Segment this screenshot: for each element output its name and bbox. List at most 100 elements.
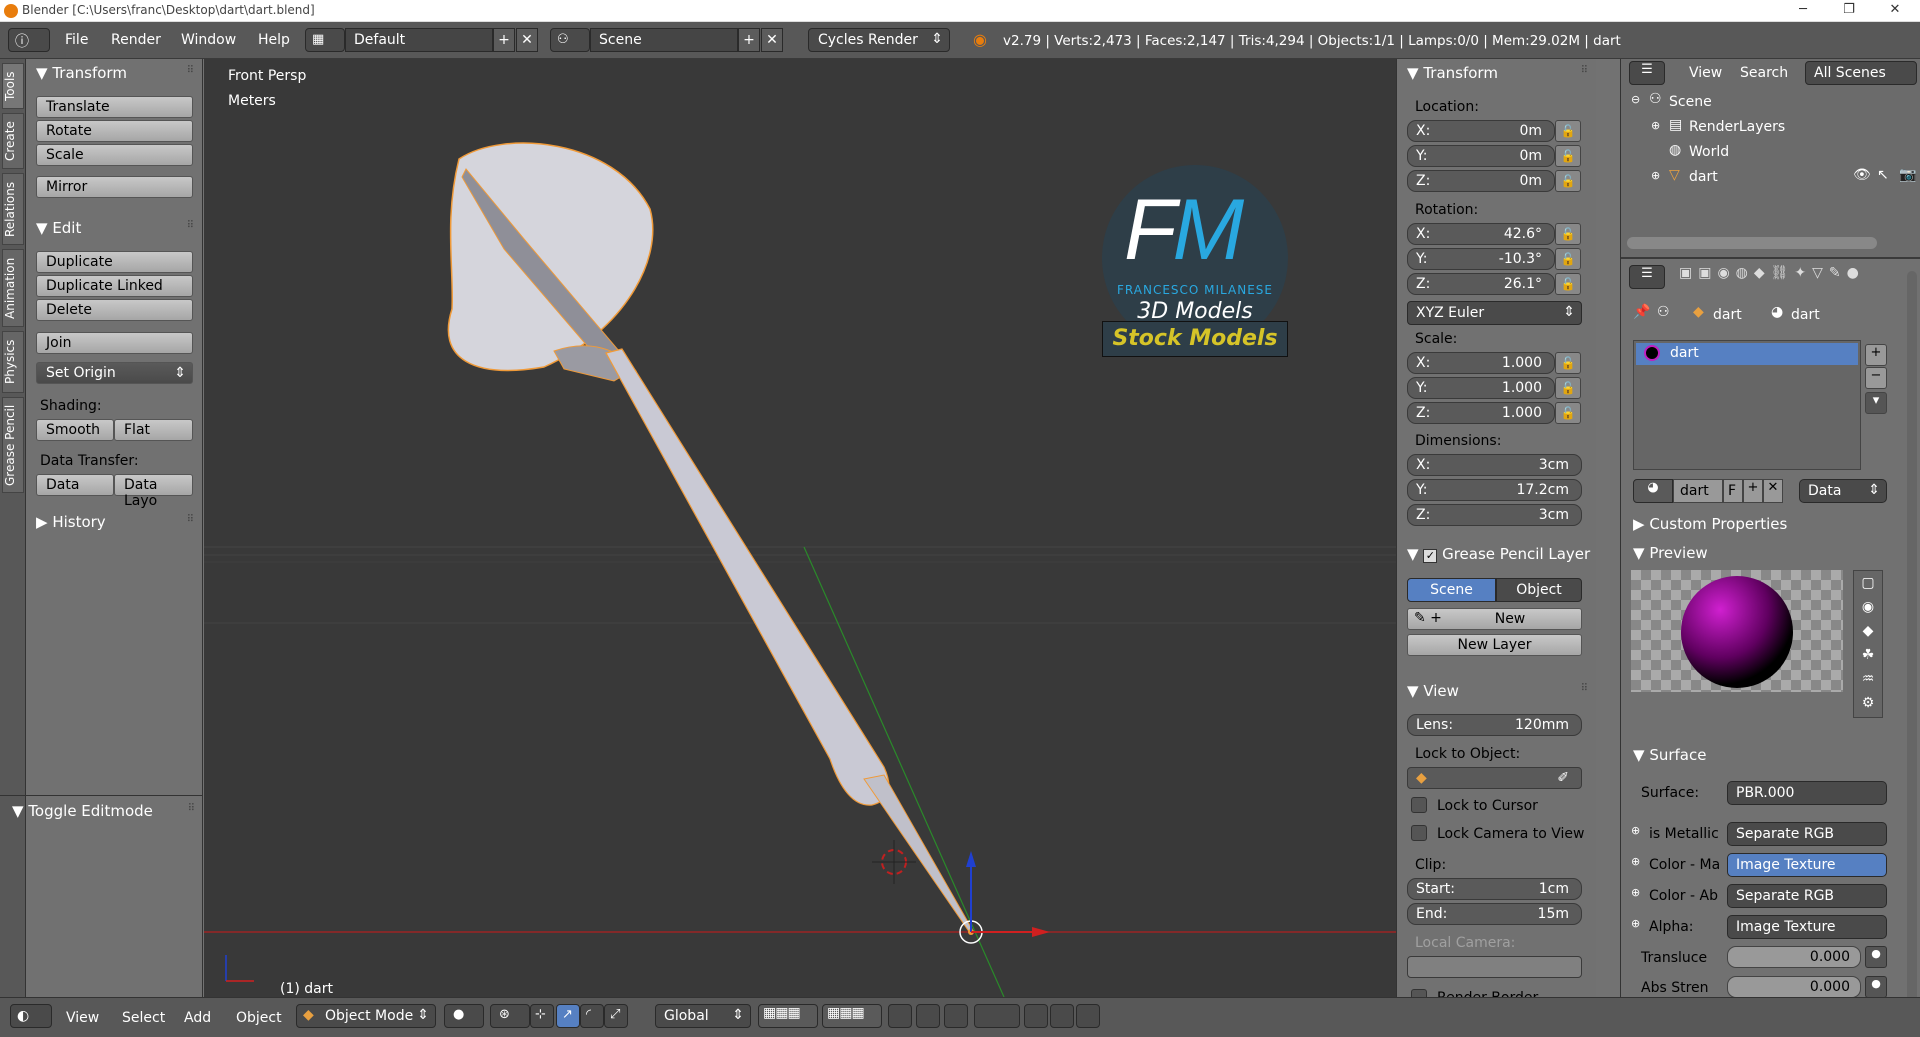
gp-scene-tab[interactable]: Scene <box>1407 578 1496 602</box>
location-z-field[interactable]: Z: 0m <box>1407 170 1555 192</box>
selectable-cursor-icon[interactable]: ↖ <box>1877 167 1889 183</box>
rotation-y-field[interactable]: Y: -10.3° <box>1407 248 1555 270</box>
lock-icon[interactable]: 🔓 <box>1555 248 1581 270</box>
vp-menu-add[interactable]: Add <box>184 1010 211 1026</box>
visibility-eye-icon[interactable]: 👁 <box>1853 167 1871 183</box>
lock-icon[interactable]: 🔓 <box>1555 377 1581 399</box>
expand-icon[interactable]: ⊕ <box>1631 917 1640 930</box>
vp-menu-view[interactable]: View <box>66 1010 99 1026</box>
add-layout-icon[interactable]: + <box>493 28 515 52</box>
shade-flat-button[interactable]: Flat <box>114 419 193 441</box>
tab-relations[interactable]: Relations <box>2 173 24 245</box>
lock-icon[interactable]: 🔓 <box>1555 223 1581 245</box>
dimension-z-field[interactable]: Z: 3cm <box>1407 504 1582 526</box>
vp-menu-select[interactable]: Select <box>122 1010 165 1026</box>
menu-window[interactable]: Window <box>181 32 236 48</box>
lock-icon[interactable]: 🔓 <box>1555 145 1581 167</box>
outliner-editor-icon[interactable]: ☰ <box>1629 61 1665 85</box>
dimension-y-field[interactable]: Y: 17.2cm <box>1407 479 1582 501</box>
transform-panel-header[interactable]: ▼ Transform ⠿ <box>26 61 202 83</box>
lock-icon[interactable]: 🔓 <box>1555 120 1581 142</box>
proportional-edit-icon[interactable] <box>916 1004 940 1028</box>
outliner-item-renderlayers[interactable]: RenderLayers <box>1689 119 1785 135</box>
gp-object-tab[interactable]: Object <box>1496 578 1582 602</box>
editor-type-button[interactable]: ⓘ <box>8 28 50 52</box>
surface-header[interactable]: ▼ Surface <box>1621 742 1920 768</box>
scale-x-field[interactable]: X: 1.000 <box>1407 352 1555 374</box>
link-data-dropdown[interactable]: Data ⇕ <box>1799 479 1887 503</box>
fake-user-button[interactable]: F <box>1723 479 1743 503</box>
preview-header[interactable]: ▼ Preview <box>1621 540 1920 566</box>
render-still-icon[interactable] <box>1024 1004 1048 1028</box>
data-layout-button[interactable]: Data Layo <box>114 474 193 509</box>
breadcrumb-material[interactable]: dart <box>1791 307 1820 323</box>
render-clapper-icon[interactable] <box>1076 1004 1100 1028</box>
history-panel-header[interactable]: ▶ History ⠿ <box>26 510 202 532</box>
remove-layout-icon[interactable]: ✕ <box>516 28 538 52</box>
remove-slot-icon[interactable]: − <box>1865 367 1887 389</box>
translate-manipulator[interactable]: ↗ <box>556 1004 580 1028</box>
properties-context-tabs[interactable]: ▣▣◉◍◆⛓✦▽✎● <box>1679 265 1919 289</box>
preview-type-buttons[interactable]: ▢ ◉ ◆ ☘ ♒ ⚙ <box>1853 570 1883 718</box>
translate-button[interactable]: Translate <box>36 96 193 118</box>
outliner-item-scene[interactable]: Scene <box>1669 94 1712 110</box>
maximize-icon[interactable]: ❐ <box>1826 0 1872 22</box>
tab-physics[interactable]: Physics <box>2 331 24 393</box>
screen-layout-selector[interactable]: ▦ <box>305 28 345 52</box>
scene-field[interactable]: Scene <box>590 28 738 52</box>
snap-toggle-icon[interactable] <box>944 1004 968 1028</box>
material-slot[interactable]: dart <box>1636 343 1858 365</box>
mirror-button[interactable]: Mirror <box>36 176 193 198</box>
pin-icon[interactable]: 📌 <box>1633 304 1650 320</box>
outliner-menu-view[interactable]: View <box>1689 65 1722 81</box>
checkbox-icon[interactable]: ✓ <box>1423 549 1438 563</box>
abs-strength-slider[interactable]: 0.000 <box>1727 976 1861 998</box>
add-slot-icon[interactable]: + <box>1865 344 1887 366</box>
translucency-slider[interactable]: 0.000 <box>1727 946 1861 968</box>
breadcrumb-object[interactable]: dart <box>1713 307 1742 323</box>
clip-start-field[interactable]: Start: 1cm <box>1407 878 1582 900</box>
tab-create[interactable]: Create <box>2 113 24 169</box>
lock-icon[interactable]: 🔓 <box>1555 402 1581 424</box>
n-transform-header[interactable]: ▼ Transform ⠿ <box>1397 61 1596 83</box>
input-color-ab-dropdown[interactable]: Separate RGB <box>1727 884 1887 908</box>
new-material-icon[interactable]: + <box>1743 479 1763 503</box>
custom-properties-header[interactable]: ▶ Custom Properties <box>1621 511 1920 537</box>
close-window-icon[interactable]: ✕ <box>1872 0 1918 22</box>
outliner-scrollbar[interactable] <box>1627 237 1877 249</box>
pivot-point-dropdown[interactable]: ⊛ <box>490 1004 530 1028</box>
rotation-x-field[interactable]: X: 42.6° <box>1407 223 1555 245</box>
surface-dropdown[interactable]: PBR.000 <box>1727 781 1887 805</box>
expand-icon[interactable]: ⊖ <box>1631 93 1640 106</box>
slot-specials-icon[interactable]: ▾ <box>1865 392 1887 414</box>
socket-link-icon[interactable]: ● <box>1865 946 1887 968</box>
duplicate-button[interactable]: Duplicate <box>36 251 193 273</box>
layers-grid-1[interactable]: ▦▦▦ <box>758 1004 818 1028</box>
lock-camera-checkbox[interactable] <box>1411 825 1427 841</box>
rotation-mode-dropdown[interactable]: XYZ Euler ⇕ <box>1407 301 1582 325</box>
shade-smooth-button[interactable]: Smooth <box>36 419 114 441</box>
properties-editor-icon[interactable]: ☰ <box>1629 265 1665 289</box>
outliner-item-world[interactable]: World <box>1689 144 1729 160</box>
vp-menu-object[interactable]: Object <box>236 1010 282 1026</box>
grease-pencil-header[interactable]: ▼ ✓ Grease Pencil Layer <box>1397 542 1596 564</box>
outliner-filter-dropdown[interactable]: All Scenes <box>1805 61 1917 85</box>
scale-z-field[interactable]: Z: 1.000 <box>1407 402 1555 424</box>
outliner-menu-search[interactable]: Search <box>1740 65 1788 81</box>
unlink-material-icon[interactable]: ✕ <box>1763 479 1783 503</box>
render-camera-icon[interactable]: 📷 <box>1899 167 1916 183</box>
lock-object-field[interactable]: ◆ ✐ <box>1407 767 1582 789</box>
dimension-x-field[interactable]: X: 3cm <box>1407 454 1582 476</box>
gp-new-button[interactable]: ✎ + New <box>1407 608 1582 630</box>
3d-viewport[interactable]: Front Persp Meters (1) dart FM FRANCESCO… <box>204 59 1396 997</box>
rotate-button[interactable]: Rotate <box>36 120 193 142</box>
set-origin-dropdown[interactable]: Set Origin ⇕ <box>36 362 193 384</box>
input-color-ma-dropdown[interactable]: Image Texture <box>1727 853 1887 877</box>
scale-manipulator[interactable]: ⤢ <box>604 1004 628 1028</box>
lock-icon[interactable]: 🔓 <box>1555 170 1581 192</box>
tab-grease-pencil[interactable]: Grease Pencil <box>2 397 24 493</box>
orientation-dropdown[interactable]: Global ⇕ <box>655 1004 751 1028</box>
screen-layout-field[interactable]: Default <box>345 28 493 52</box>
tab-animation[interactable]: Animation <box>2 249 24 327</box>
gp-new-layer-button[interactable]: New Layer <box>1407 634 1582 656</box>
